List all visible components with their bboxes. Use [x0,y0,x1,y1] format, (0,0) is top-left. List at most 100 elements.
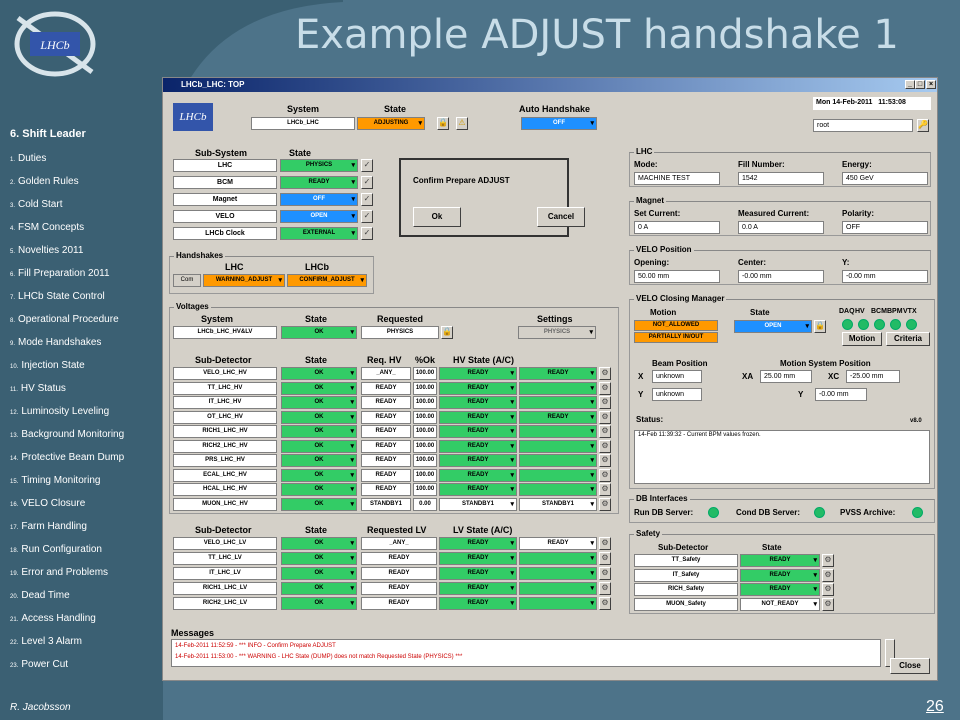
lv-state-dropdown[interactable]: OK [281,597,357,610]
hv-state-dropdown[interactable]: OK [281,381,357,395]
settings-icon[interactable]: ⚙ [599,439,611,453]
sidebar-item[interactable]: 23. Power Cut [10,659,68,670]
lv-state-a-dropdown[interactable]: READY [439,582,517,595]
lv-state-a-dropdown[interactable]: READY [439,537,517,550]
volt-settings-dropdown[interactable]: PHYSICS [518,326,596,339]
motion-button[interactable]: Motion [842,332,882,346]
dialog-cancel-button[interactable]: Cancel [537,207,585,227]
settings-icon[interactable]: ⚙ [599,552,611,565]
check-icon[interactable]: ✓ [361,176,373,189]
sidebar-item[interactable]: 10. Injection State [10,360,85,371]
hv-state-c-dropdown[interactable]: READY [519,410,597,424]
hv-state-dropdown[interactable]: OK [281,439,357,453]
sidebar-item[interactable]: 21. Access Handling [10,613,96,624]
subsystem-state-dropdown[interactable]: OPEN [280,210,358,223]
check-icon[interactable]: ✓ [361,159,373,172]
hv-state-a-dropdown[interactable]: READY [439,483,517,496]
criteria-button[interactable]: Criteria [886,332,930,346]
lv-state-c-dropdown[interactable] [519,582,597,595]
volt-state-dropdown[interactable]: OK [281,326,357,339]
sidebar-item[interactable]: 19. Error and Problems [10,567,108,578]
hv-state-c-dropdown[interactable] [519,425,597,438]
hv-state-a-dropdown[interactable]: READY [439,396,517,409]
lv-state-c-dropdown[interactable] [519,597,597,610]
settings-icon[interactable]: ⚙ [822,554,834,567]
settings-icon[interactable]: ⚙ [599,410,611,424]
hv-state-a-dropdown[interactable]: STANDBY1 [439,497,517,511]
hv-state-c-dropdown[interactable] [519,468,597,482]
sidebar-item[interactable]: 1. Duties [10,153,46,164]
settings-icon[interactable]: ⚙ [599,582,611,595]
sidebar-item[interactable]: 6. Fill Preparation 2011 [10,268,110,279]
sidebar-item[interactable]: 20. Dead Time [10,590,70,601]
settings-icon[interactable]: ⚙ [599,468,611,482]
check-icon[interactable]: ✓ [361,193,373,206]
warning-icon[interactable]: ⚠ [456,117,468,130]
hv-state-a-dropdown[interactable]: READY [439,454,517,467]
hv-state-c-dropdown[interactable] [519,483,597,496]
settings-icon[interactable]: ⚙ [822,583,834,596]
lv-state-dropdown[interactable]: OK [281,582,357,595]
settings-icon[interactable]: ⚙ [822,597,834,611]
settings-icon[interactable]: ⚙ [599,483,611,496]
settings-icon[interactable]: ⚙ [599,454,611,467]
lv-state-a-dropdown[interactable]: READY [439,552,517,565]
subsystem-state-dropdown[interactable]: EXTERNAL [280,227,358,240]
sidebar-item[interactable]: 4. FSM Concepts [10,222,84,233]
maximize-button[interactable]: □ [915,80,925,89]
settings-icon[interactable]: ⚙ [599,367,611,380]
hv-state-a-dropdown[interactable]: READY [439,425,517,438]
hv-state-dropdown[interactable]: OK [281,468,357,482]
sidebar-item[interactable]: 16. VELO Closure [10,498,85,509]
auto-handshake-dropdown[interactable]: OFF [521,117,597,130]
settings-icon[interactable]: ⚙ [599,497,611,511]
sidebar-item[interactable]: 18. Run Configuration [10,544,102,555]
key-icon[interactable]: 🔑 [917,119,929,132]
sidebar-item[interactable]: 12. Luminosity Leveling [10,406,109,417]
hv-state-a-dropdown[interactable]: READY [439,367,517,380]
settings-icon[interactable]: ⚙ [599,425,611,438]
hv-state-c-dropdown[interactable] [519,396,597,409]
handshake-lhc-dropdown[interactable]: WARNING_ADJUST [203,274,285,287]
subsystem-state-dropdown[interactable]: OFF [280,193,358,206]
settings-icon[interactable]: ⚙ [599,381,611,395]
safety-state-dropdown[interactable]: READY [740,568,820,582]
dialog-ok-button[interactable]: Ok [413,207,461,227]
settings-icon[interactable]: ⚙ [599,567,611,580]
lv-state-c-dropdown[interactable] [519,552,597,565]
sidebar-item[interactable]: 22. Level 3 Alarm [10,636,82,647]
sidebar-item[interactable]: 3. Cold Start [10,199,62,210]
hv-state-dropdown[interactable]: OK [281,396,357,409]
lv-state-dropdown[interactable]: OK [281,552,357,565]
sidebar-item[interactable]: 14. Protective Beam Dump [10,452,124,463]
close-window-button[interactable]: × [926,80,936,89]
settings-icon[interactable]: ⚙ [599,537,611,550]
hv-state-a-dropdown[interactable]: READY [439,439,517,453]
sidebar-item[interactable]: 5. Novelties 2011 [10,245,83,256]
hv-state-c-dropdown[interactable] [519,454,597,467]
settings-icon[interactable]: ⚙ [599,396,611,409]
hv-state-c-dropdown[interactable]: STANDBY1 [519,497,597,511]
volt-lock-icon[interactable]: 🔒 [441,326,453,339]
hv-state-dropdown[interactable]: OK [281,425,357,438]
sidebar-item[interactable]: 13. Background Monitoring [10,429,124,440]
hv-state-dropdown[interactable]: OK [281,367,357,380]
hv-state-c-dropdown[interactable] [519,439,597,453]
vc-lock-icon[interactable]: 🔒 [814,320,826,333]
sidebar-item[interactable]: 7. LHCb State Control [10,291,105,302]
safety-state-dropdown[interactable]: READY [740,554,820,567]
safety-state-dropdown[interactable]: READY [740,583,820,596]
settings-icon[interactable]: ⚙ [599,597,611,610]
sidebar-item[interactable]: 17. Farm Handling [10,521,87,532]
handshake-lhcb-dropdown[interactable]: CONFIRM_ADJUST [287,274,367,287]
hv-state-c-dropdown[interactable]: READY [519,367,597,380]
sidebar-item[interactable]: 15. Timing Monitoring [10,475,100,486]
lock-icon[interactable]: 🔒 [437,117,449,130]
close-button[interactable]: Close [890,658,930,674]
sidebar-item[interactable]: 2. Golden Rules [10,176,79,187]
hv-state-a-dropdown[interactable]: READY [439,381,517,395]
system-state-dropdown[interactable]: ADJUSTING [357,117,425,130]
lv-state-a-dropdown[interactable]: READY [439,567,517,580]
check-icon[interactable]: ✓ [361,210,373,223]
hv-state-dropdown[interactable]: OK [281,454,357,467]
